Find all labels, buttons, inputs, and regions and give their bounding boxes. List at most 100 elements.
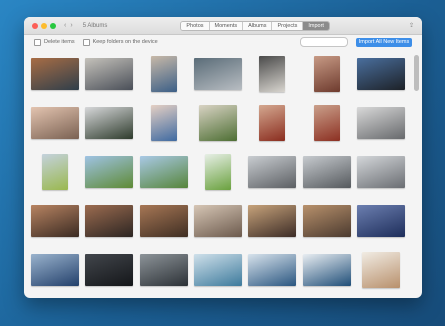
photo-cell[interactable] <box>193 200 243 243</box>
photo-thumbnail[interactable] <box>248 205 297 238</box>
photo-cell[interactable] <box>193 101 243 144</box>
photo-thumbnail[interactable] <box>356 106 405 139</box>
window-title: 5 Albums <box>82 22 108 29</box>
photo-cell[interactable] <box>84 249 134 292</box>
scroll-thumb[interactable] <box>414 55 419 91</box>
photo-thumbnail[interactable] <box>85 205 134 238</box>
photo-thumbnail[interactable] <box>193 254 242 287</box>
photo-cell[interactable] <box>30 150 80 193</box>
photo-grid <box>30 52 406 292</box>
photo-thumbnail[interactable] <box>139 155 188 188</box>
titlebar-right: ⇪ <box>409 22 414 29</box>
photo-cell[interactable] <box>84 200 134 243</box>
photo-thumbnail[interactable] <box>361 252 400 289</box>
photo-cell[interactable] <box>139 101 189 144</box>
photo-thumbnail[interactable] <box>193 205 242 238</box>
photo-thumbnail[interactable] <box>31 106 80 139</box>
search-input[interactable] <box>300 37 348 47</box>
keep-folders-checkbox[interactable] <box>82 38 90 46</box>
photo-cell[interactable] <box>30 200 80 243</box>
photo-cell[interactable] <box>30 52 80 95</box>
photo-cell[interactable] <box>247 249 297 292</box>
photo-cell[interactable] <box>193 52 243 95</box>
photo-cell[interactable] <box>30 101 80 144</box>
photo-thumbnail[interactable] <box>193 57 242 90</box>
photo-cell[interactable] <box>84 150 134 193</box>
title-bar: ‹ › 5 Albums Photos Moments Albums Proje… <box>24 17 422 35</box>
photo-thumbnail[interactable] <box>302 155 351 188</box>
import-all-button[interactable]: Import All New Items <box>356 37 412 47</box>
back-arrow-icon[interactable]: ‹ <box>64 22 66 29</box>
photo-thumbnail[interactable] <box>248 155 297 188</box>
photo-thumbnail[interactable] <box>139 205 188 238</box>
window-controls <box>32 22 56 29</box>
import-toolbar: Delete items Keep folders on the device … <box>24 35 422 49</box>
photo-cell[interactable] <box>247 52 297 95</box>
tab-import[interactable]: Import <box>303 21 329 30</box>
photo-cell[interactable] <box>301 200 351 243</box>
photo-thumbnail[interactable] <box>31 254 80 287</box>
photo-cell[interactable] <box>193 150 243 193</box>
view-tabs: Photos Moments Albums Projects Import <box>180 20 330 31</box>
photo-thumbnail[interactable] <box>85 106 134 139</box>
photo-thumbnail[interactable] <box>248 254 297 287</box>
share-icon[interactable]: ⇪ <box>409 22 414 29</box>
delete-items-label: Delete items <box>44 39 75 45</box>
photo-cell[interactable] <box>356 200 406 243</box>
photo-thumbnail[interactable] <box>313 104 340 141</box>
photo-thumbnail[interactable] <box>31 205 80 238</box>
grid-scrollbar[interactable] <box>414 55 419 285</box>
photo-cell[interactable] <box>84 52 134 95</box>
delete-items-checkbox[interactable] <box>34 38 41 46</box>
photo-thumbnail[interactable] <box>302 205 351 238</box>
photo-thumbnail[interactable] <box>150 104 177 141</box>
photo-thumbnail[interactable] <box>259 55 286 92</box>
photo-thumbnail[interactable] <box>356 57 405 90</box>
photo-thumbnail[interactable] <box>85 254 134 287</box>
photo-cell[interactable] <box>356 101 406 144</box>
photo-cell[interactable] <box>247 101 297 144</box>
photo-cell[interactable] <box>139 150 189 193</box>
photo-cell[interactable] <box>247 150 297 193</box>
photo-thumbnail[interactable] <box>302 254 351 287</box>
photo-cell[interactable] <box>301 249 351 292</box>
photo-thumbnail[interactable] <box>313 55 340 92</box>
nav-buttons: ‹ › <box>64 22 73 29</box>
forward-arrow-icon[interactable]: › <box>70 22 72 29</box>
tab-projects[interactable]: Projects <box>272 21 304 30</box>
photo-thumbnail[interactable] <box>31 57 80 90</box>
photos-import-window: ‹ › 5 Albums Photos Moments Albums Proje… <box>24 17 422 298</box>
photo-cell[interactable] <box>247 200 297 243</box>
delete-items-option[interactable]: Delete items <box>34 38 75 46</box>
photo-thumbnail[interactable] <box>42 153 69 190</box>
photo-thumbnail[interactable] <box>85 57 134 90</box>
photo-cell[interactable] <box>301 101 351 144</box>
tab-albums[interactable]: Albums <box>243 21 273 30</box>
photo-thumbnail[interactable] <box>139 254 188 287</box>
zoom-button[interactable] <box>50 22 56 29</box>
photo-cell[interactable] <box>193 249 243 292</box>
photo-cell[interactable] <box>301 150 351 193</box>
photo-thumbnail[interactable] <box>356 155 405 188</box>
photo-cell[interactable] <box>356 150 406 193</box>
photo-cell[interactable] <box>139 200 189 243</box>
photo-cell[interactable] <box>30 249 80 292</box>
photo-thumbnail[interactable] <box>198 104 237 141</box>
photo-cell[interactable] <box>356 249 406 292</box>
keep-folders-option[interactable]: Keep folders on the device <box>82 38 158 46</box>
tab-photos[interactable]: Photos <box>181 21 210 30</box>
photo-cell[interactable] <box>301 52 351 95</box>
photo-thumbnail[interactable] <box>85 155 134 188</box>
photo-thumbnail[interactable] <box>204 153 231 190</box>
photo-thumbnail[interactable] <box>356 205 405 238</box>
photo-cell[interactable] <box>139 52 189 95</box>
keep-folders-label: Keep folders on the device <box>92 39 158 45</box>
photo-cell[interactable] <box>356 52 406 95</box>
minimize-button[interactable] <box>41 22 47 29</box>
photo-thumbnail[interactable] <box>259 104 286 141</box>
tab-moments[interactable]: Moments <box>209 21 244 30</box>
photo-cell[interactable] <box>139 249 189 292</box>
photo-cell[interactable] <box>84 101 134 144</box>
photo-thumbnail[interactable] <box>150 55 177 92</box>
close-button[interactable] <box>32 22 38 29</box>
